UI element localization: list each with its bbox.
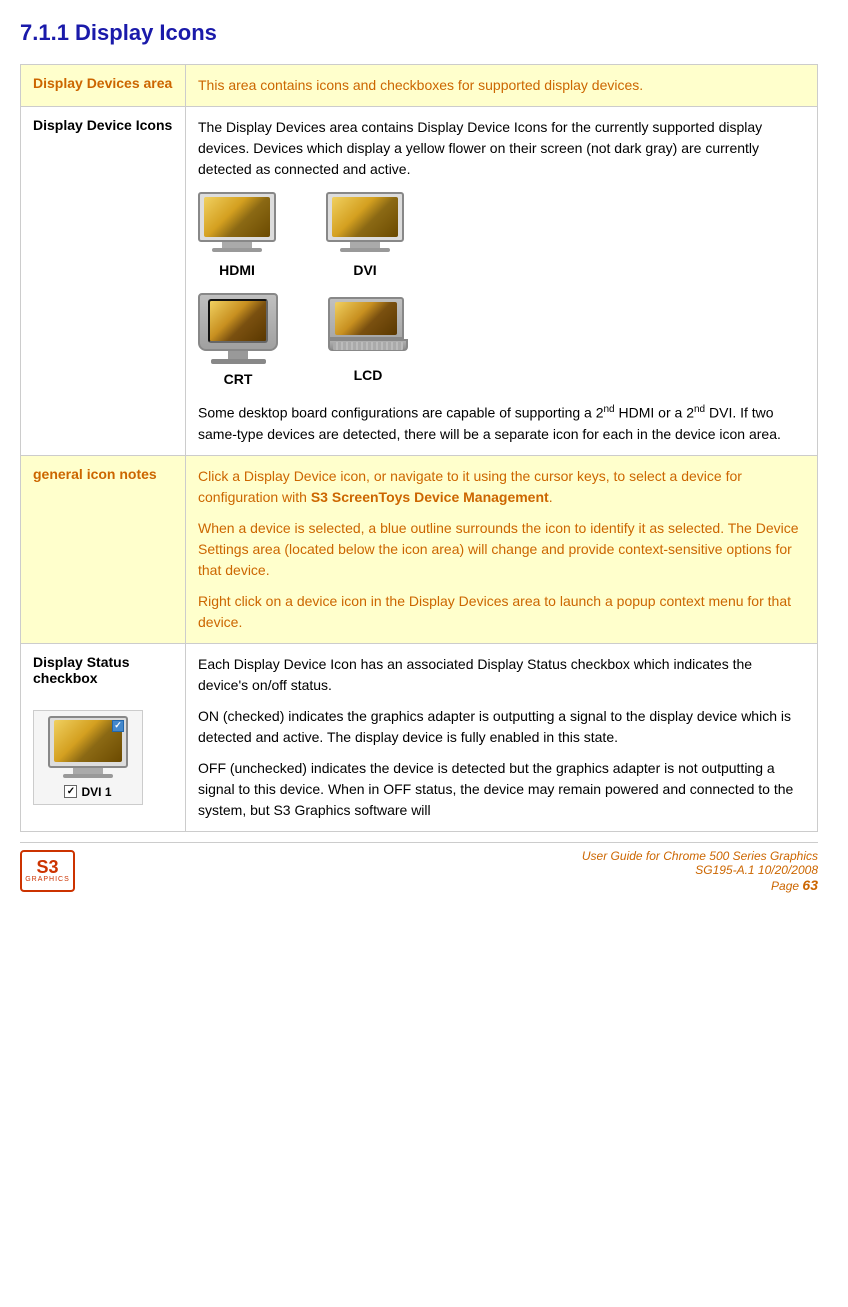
dvi-label: DVI (353, 260, 376, 281)
hdmi-monitor-icon (198, 192, 276, 256)
general-notes-p2: When a device is selected, a blue outlin… (198, 518, 805, 581)
label-display-device-icons: Display Device Icons (21, 107, 186, 456)
bold-s3-screentoys: S3 ScreenToys Device Management (311, 489, 549, 505)
status-p3: OFF (unchecked) indicates the device is … (198, 758, 805, 821)
status-checkbox-overlay: ✓ (112, 720, 124, 732)
page-title: 7.1.1 Display Icons (20, 20, 818, 46)
content-display-status-checkbox: Each Display Device Icon has an associat… (186, 643, 818, 831)
icon-item-dvi: DVI (326, 192, 404, 281)
status-p1: Each Display Device Icon has an associat… (198, 654, 805, 696)
footer: S3 GRAPHICS User Guide for Chrome 500 Se… (20, 842, 818, 893)
s3-logo-text: S3 (36, 858, 58, 876)
footer-text-area: User Guide for Chrome 500 Series Graphic… (582, 849, 818, 893)
status-checkbox: ✓ (64, 785, 77, 798)
status-p2: ON (checked) indicates the graphics adap… (198, 706, 805, 748)
device-icons-trailing: Some desktop board configurations are ca… (198, 402, 805, 445)
dvi-monitor-icon (326, 192, 404, 256)
table-row-display-status-checkbox: Display Status checkbox ✓ (21, 643, 818, 831)
s3-logo: S3 GRAPHICS (20, 850, 75, 892)
lcd-laptop-icon (328, 297, 408, 361)
page-container: 7.1.1 Display Icons Display Devices area… (0, 0, 848, 913)
hdmi-label: HDMI (219, 260, 255, 281)
status-flat-monitor: ✓ (48, 716, 128, 781)
table-row-display-device-icons: Display Device Icons The Display Devices… (21, 107, 818, 456)
crt-label: CRT (224, 369, 253, 390)
general-notes-p3: Right click on a device icon in the Disp… (198, 591, 805, 633)
lcd-label: LCD (354, 365, 383, 386)
label-display-devices-area: Display Devices area (21, 65, 186, 107)
content-display-device-icons: The Display Devices area contains Displa… (186, 107, 818, 456)
footer-logo-area: S3 GRAPHICS (20, 850, 75, 892)
label-general-icon-notes: general icon notes (21, 455, 186, 643)
crt-monitor-icon (198, 293, 278, 365)
content-general-icon-notes: Click a Display Device icon, or navigate… (186, 455, 818, 643)
table-row-display-devices-area: Display Devices area This area contains … (21, 65, 818, 107)
table-row-general-icon-notes: general icon notes Click a Display Devic… (21, 455, 818, 643)
footer-page: Page 63 (582, 877, 818, 893)
display-status-label: Display Status checkbox (33, 654, 173, 686)
s3-logo-subtext: GRAPHICS (25, 876, 70, 883)
icon-item-lcd: LCD (328, 297, 408, 386)
icon-item-crt: CRT (198, 293, 278, 390)
icons-row-1: HDMI DVI (198, 192, 805, 281)
device-icons-intro: The Display Devices area contains Displa… (198, 117, 805, 180)
status-icon-widget: ✓ ✓ DVI 1 (33, 710, 143, 805)
status-dvi-label: DVI 1 (81, 785, 111, 799)
icons-row-2: CRT LCD (198, 293, 805, 390)
content-display-devices-area: This area contains icons and checkboxes … (186, 65, 818, 107)
footer-page-number: 63 (802, 877, 818, 893)
footer-guide-text: User Guide for Chrome 500 Series Graphic… (582, 849, 818, 863)
footer-doc-id: SG195-A.1 10/20/2008 (582, 863, 818, 877)
icon-item-hdmi: HDMI (198, 192, 276, 281)
general-notes-p1: Click a Display Device icon, or navigate… (198, 466, 805, 508)
label-display-status-checkbox: Display Status checkbox ✓ (21, 643, 186, 831)
main-table: Display Devices area This area contains … (20, 64, 818, 832)
status-label-row: ✓ DVI 1 (64, 785, 111, 799)
